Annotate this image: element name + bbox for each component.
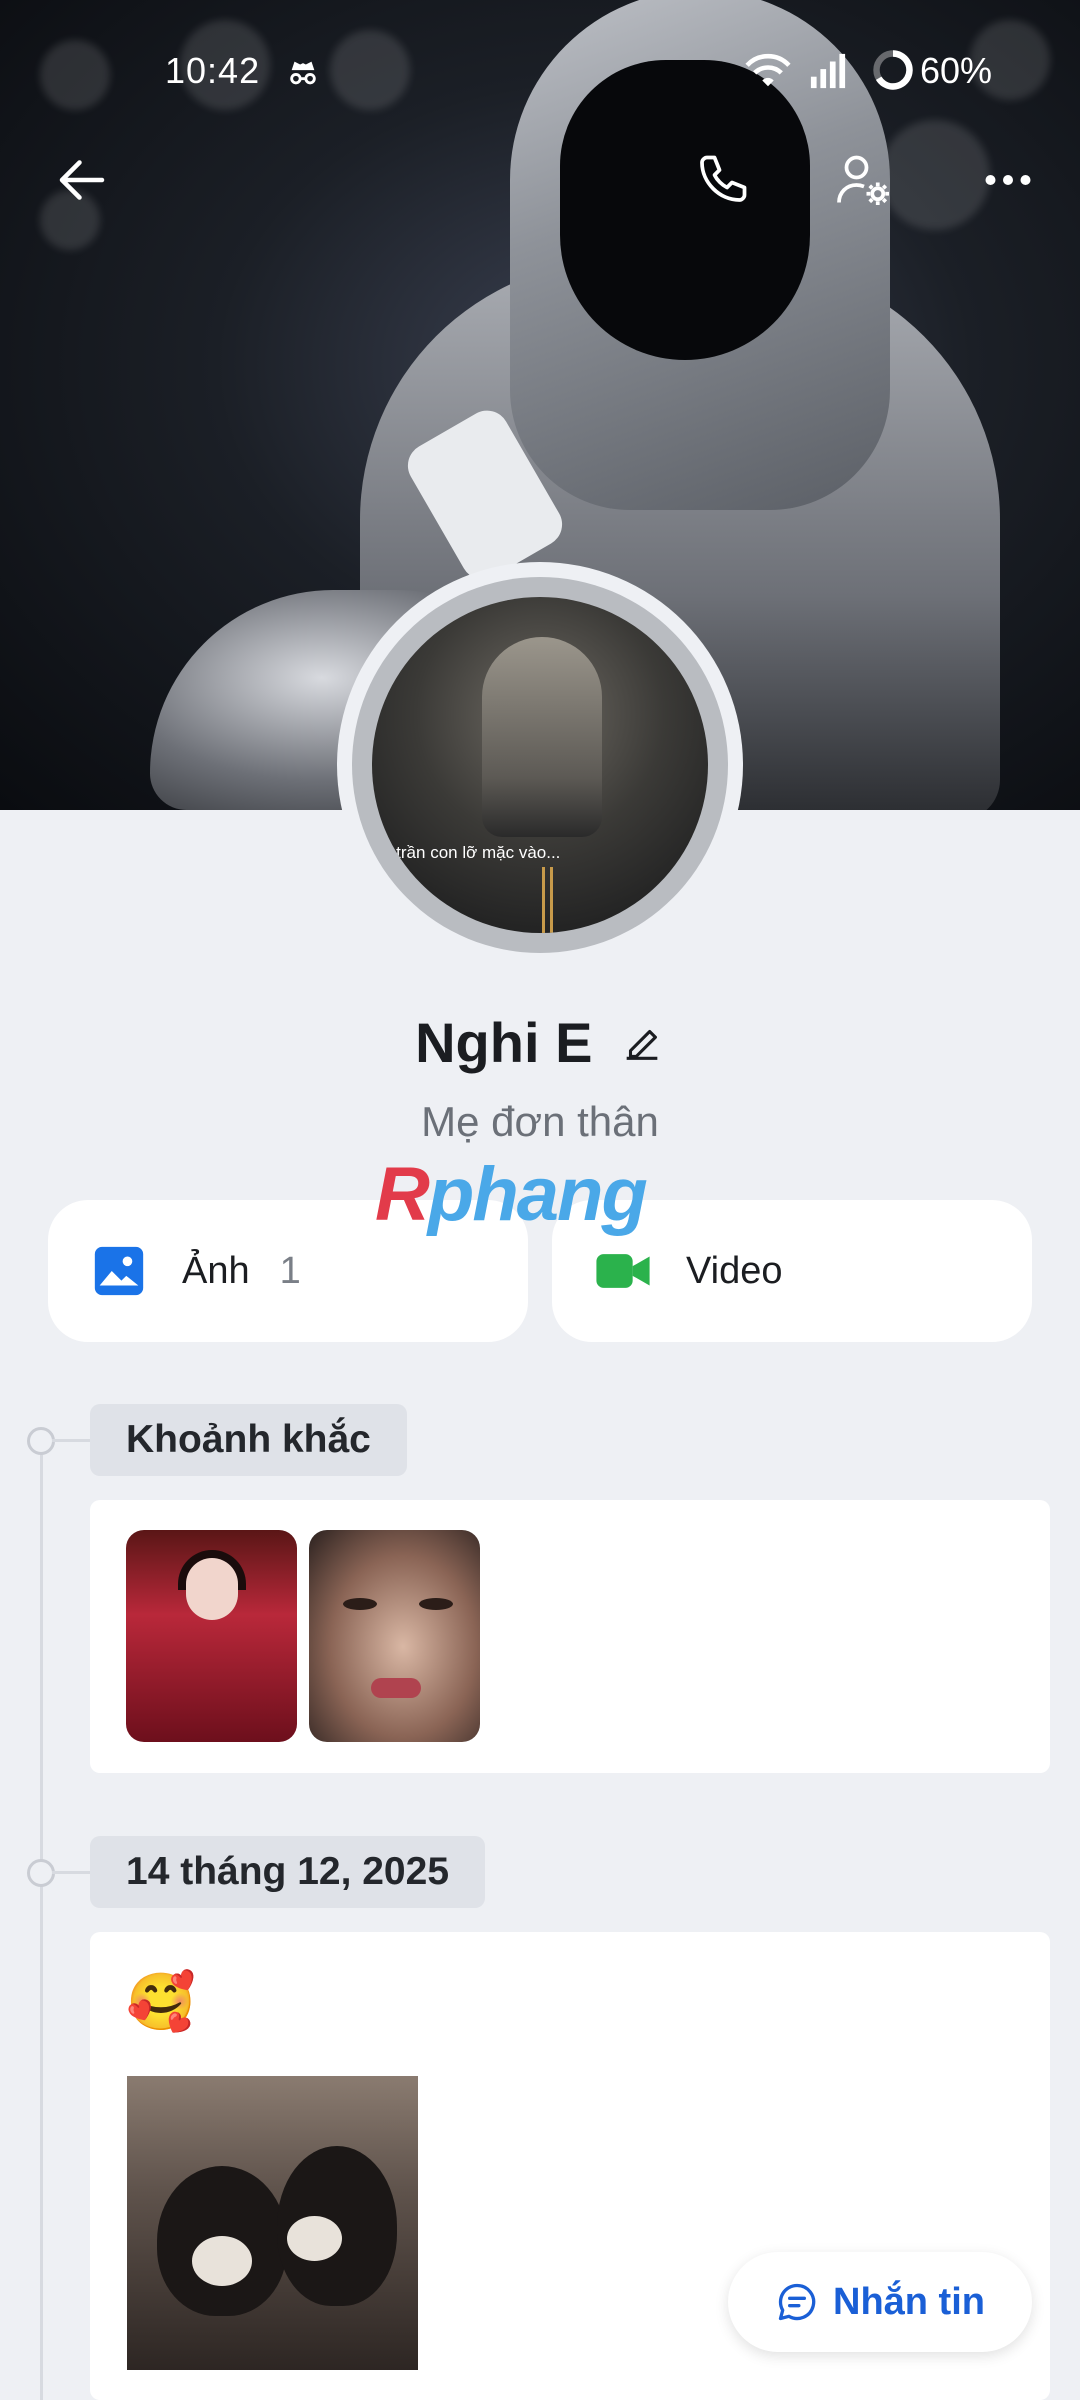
avatar-caption: o trần con lỡ mặc vào... (382, 843, 561, 862)
user-gear-icon (837, 155, 889, 205)
signal-icon (810, 53, 846, 89)
profile-bio: Mẹ đơn thân (421, 1098, 659, 1145)
timeline-line (40, 1438, 43, 2400)
post-image[interactable] (127, 2076, 418, 2370)
watermark: Rphang (375, 1152, 648, 1237)
post-text: 🥰 (126, 1970, 196, 2033)
videos-label: Video (686, 1249, 783, 1292)
battery-icon (873, 50, 913, 90)
incognito-icon (290, 61, 316, 85)
profile-name-row: Nghi E (0, 1010, 1080, 1075)
message-button[interactable]: Nhắn tin (728, 2252, 1032, 2352)
video-camera-icon (596, 1254, 650, 1288)
moment-thumbnail[interactable] (309, 1530, 480, 1742)
timeline-section-moments: Khoảnh khắc (90, 1404, 407, 1476)
profile-settings-button[interactable] (822, 138, 906, 222)
timeline-date: 14 tháng 12, 2025 (90, 1836, 486, 1908)
chat-bubble-icon (778, 2283, 816, 2321)
image-icon (94, 1246, 144, 1296)
more-button[interactable] (966, 138, 1050, 222)
message-label: Nhắn tin (833, 2280, 985, 2323)
status-bar: 10:42 60% (0, 40, 1080, 100)
pencil-icon[interactable] (619, 1020, 665, 1066)
timeline-dot (27, 1427, 55, 1455)
wifi-icon (745, 53, 791, 87)
status-time: 10:42 (165, 50, 261, 91)
back-button[interactable] (40, 138, 124, 222)
timeline-dot (27, 1859, 55, 1887)
moment-thumbnail[interactable] (126, 1530, 297, 1742)
more-dots-icon (985, 175, 1031, 185)
photos-label: Ảnh (182, 1249, 250, 1292)
photos-count: 1 (279, 1249, 301, 1292)
phone-icon (700, 155, 747, 202)
moments-panel (90, 1500, 1050, 1773)
battery-percent: 60% (920, 50, 993, 91)
back-arrow-icon (59, 160, 105, 200)
avatar[interactable]: o trần con lỡ mặc vào... (372, 597, 708, 933)
call-button[interactable] (680, 138, 764, 222)
profile-name: Nghi E (415, 1011, 593, 1074)
